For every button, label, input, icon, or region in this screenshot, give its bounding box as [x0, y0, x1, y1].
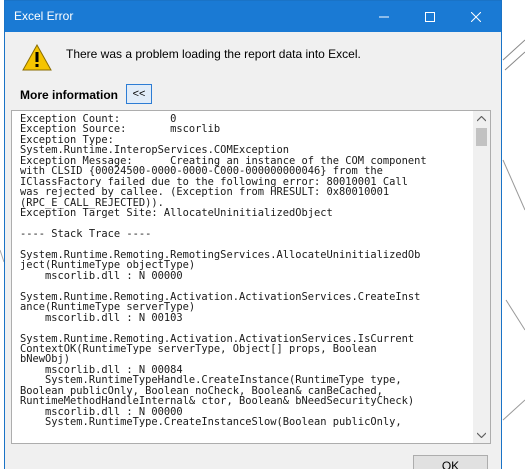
collapse-details-button[interactable]: << [126, 84, 152, 104]
exception-details-text: Exception Count: 0 Exception Source: msc… [20, 114, 427, 429]
close-icon [471, 11, 481, 22]
maximize-button[interactable] [407, 1, 453, 32]
title-bar[interactable]: Excel Error [5, 1, 501, 32]
more-information-row: More information << [5, 82, 501, 112]
ok-button[interactable]: OK [413, 455, 488, 469]
warning-icon [22, 44, 52, 71]
more-information-label: More information [20, 88, 118, 102]
scrollbar-thumb[interactable] [476, 128, 487, 146]
scroll-up-arrow-icon[interactable] [477, 116, 486, 122]
scroll-down-arrow-icon[interactable] [477, 432, 486, 438]
minimize-icon [379, 16, 389, 17]
error-message: There was a problem loading the report d… [66, 47, 361, 61]
details-textbox[interactable]: Exception Count: 0 Exception Source: msc… [11, 110, 491, 444]
close-button[interactable] [453, 1, 499, 32]
details-scrollbar[interactable] [473, 111, 490, 443]
window-title: Excel Error [14, 9, 74, 23]
message-area: There was a problem loading the report d… [5, 32, 501, 82]
minimize-button[interactable] [361, 1, 407, 32]
maximize-icon [425, 11, 435, 22]
